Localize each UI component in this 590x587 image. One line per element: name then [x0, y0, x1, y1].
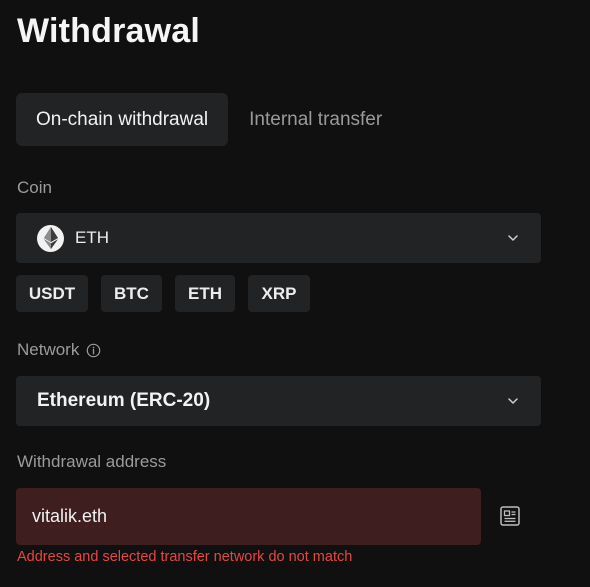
tab-internal-transfer[interactable]: Internal transfer — [229, 93, 402, 146]
withdrawal-page: Withdrawal On-chain withdrawal Internal … — [0, 0, 590, 587]
coin-select[interactable]: ETH — [16, 213, 541, 263]
coin-chip-usdt[interactable]: USDT — [16, 275, 88, 312]
selected-coin: ETH — [75, 228, 109, 247]
address-error-message: Address and selected transfer network do… — [17, 549, 353, 565]
selected-network: Ethereum (ERC-20) — [37, 390, 211, 411]
withdrawal-type-tabs: On-chain withdrawal Internal transfer — [16, 93, 402, 146]
address-book-icon[interactable] — [499, 505, 521, 527]
withdrawal-address-input[interactable] — [32, 506, 452, 527]
chevron-down-icon — [508, 235, 518, 241]
info-icon[interactable] — [86, 343, 101, 358]
withdrawal-address-field — [16, 488, 481, 545]
ethereum-icon — [37, 224, 64, 252]
page-title: Withdrawal — [17, 12, 201, 50]
network-select[interactable]: Ethereum (ERC-20) — [16, 376, 541, 426]
network-label-row: Network — [17, 340, 101, 360]
coin-chip-eth[interactable]: ETH — [175, 275, 235, 312]
coin-chip-xrp[interactable]: XRP — [248, 275, 310, 312]
tab-on-chain-withdrawal[interactable]: On-chain withdrawal — [16, 93, 229, 146]
coin-chip-btc[interactable]: BTC — [101, 275, 162, 312]
network-label: Network — [17, 340, 80, 359]
coin-label: Coin — [17, 178, 52, 197]
coin-quick-picks: USDT BTC ETH XRP — [16, 275, 323, 312]
withdrawal-address-label: Withdrawal address — [17, 452, 167, 471]
chevron-down-icon — [508, 398, 518, 404]
